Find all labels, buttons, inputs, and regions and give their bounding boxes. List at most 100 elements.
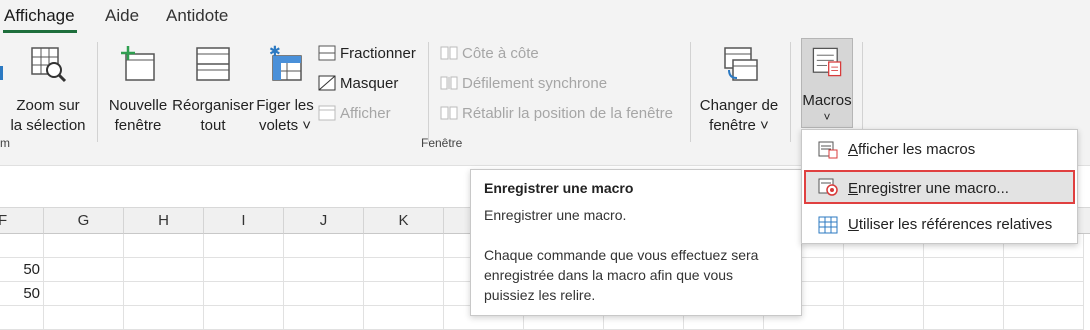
column-header-f[interactable]: F bbox=[0, 208, 44, 234]
switch-windows-icon bbox=[724, 47, 758, 81]
column-header-j[interactable]: J bbox=[284, 208, 364, 234]
freeze-panes-button[interactable]: ✱ Figer les volets ˅ bbox=[254, 44, 316, 136]
cell[interactable] bbox=[284, 258, 364, 282]
macros-button[interactable]: Macros ˅ bbox=[801, 38, 853, 128]
tab-antidote[interactable]: Antidote bbox=[166, 6, 228, 26]
cell[interactable] bbox=[44, 306, 124, 330]
hide-button[interactable]: Masquer bbox=[318, 72, 398, 96]
separator bbox=[690, 42, 691, 142]
relative-refs-label: Utiliser les références relatives bbox=[848, 216, 1053, 233]
cell[interactable] bbox=[124, 234, 204, 258]
column-header-g[interactable]: G bbox=[44, 208, 124, 234]
cell[interactable] bbox=[284, 306, 364, 330]
reset-position-button[interactable]: Rétablir la position de la fenêtre bbox=[440, 102, 673, 126]
new-window-label-1: Nouvelle bbox=[108, 97, 168, 114]
switch-windows-label-1: Changer de bbox=[699, 97, 779, 114]
tooltip-spacer bbox=[484, 225, 788, 245]
cell[interactable] bbox=[204, 306, 284, 330]
cell[interactable] bbox=[44, 258, 124, 282]
freeze-panes-icon: ✱ bbox=[269, 44, 302, 81]
menu-item-relative-refs[interactable]: Utiliser les références relatives bbox=[804, 208, 1075, 242]
record-macro-label: Enregistrer une macro... bbox=[848, 180, 1009, 197]
hide-label: Masquer bbox=[340, 75, 399, 92]
active-tab-underline bbox=[3, 30, 77, 33]
split-button[interactable]: Fractionner bbox=[318, 42, 416, 66]
menu-item-view-macros[interactable]: Afficher les macros bbox=[804, 133, 1075, 167]
cell[interactable] bbox=[0, 306, 44, 330]
macros-chevron-icon: ˅ bbox=[823, 110, 831, 124]
side-by-side-button[interactable]: Côte à côte bbox=[440, 42, 539, 66]
cell[interactable] bbox=[204, 282, 284, 306]
sync-scroll-icon bbox=[440, 76, 458, 90]
reset-position-label: Rétablir la position de la fenêtre bbox=[462, 105, 673, 122]
cell[interactable] bbox=[204, 234, 284, 258]
reset-position-icon bbox=[440, 106, 458, 120]
side-by-side-icon bbox=[440, 46, 458, 60]
view-macros-label: Afficher les macros bbox=[848, 141, 976, 158]
cell[interactable] bbox=[364, 282, 444, 306]
unhide-icon bbox=[318, 105, 336, 121]
split-label: Fractionner bbox=[340, 45, 416, 62]
svg-text:✱: ✱ bbox=[269, 44, 281, 60]
separator bbox=[97, 42, 98, 142]
side-by-side-label: Côte à côte bbox=[462, 45, 539, 62]
separator bbox=[790, 42, 791, 142]
partial-icon bbox=[0, 66, 3, 80]
arrange-all-label-1: Réorganiser bbox=[172, 97, 254, 114]
cell[interactable] bbox=[844, 282, 924, 306]
cell[interactable] bbox=[844, 306, 924, 330]
cell[interactable] bbox=[364, 258, 444, 282]
tooltip-line: enregistrée dans la macro afin que vous bbox=[484, 267, 734, 283]
view-macros-icon bbox=[818, 141, 838, 159]
arrange-all-label-2: tout bbox=[200, 117, 226, 134]
record-macro-tooltip: Enregistrer une macro Enregistrer une ma… bbox=[470, 169, 802, 316]
new-window-icon bbox=[121, 46, 155, 81]
sync-scroll-button[interactable]: Défilement synchrone bbox=[440, 72, 607, 96]
cell[interactable] bbox=[204, 258, 284, 282]
arrange-all-icon bbox=[196, 47, 230, 81]
menu-item-record-macro[interactable]: Enregistrer une macro... bbox=[804, 170, 1075, 204]
column-header-h[interactable]: H bbox=[124, 208, 204, 234]
new-window-button[interactable]: Nouvelle fenêtre bbox=[104, 44, 172, 136]
cell[interactable] bbox=[1004, 258, 1084, 282]
new-window-label-2: fenêtre bbox=[114, 117, 162, 134]
tab-affichage[interactable]: Affichage bbox=[4, 6, 75, 26]
cell[interactable] bbox=[924, 306, 1004, 330]
cell[interactable] bbox=[284, 234, 364, 258]
split-icon bbox=[318, 45, 336, 61]
zoom-selection-label-1: Zoom sur bbox=[16, 97, 80, 114]
cell[interactable] bbox=[124, 306, 204, 330]
cell[interactable] bbox=[44, 234, 124, 258]
zoom-selection-icon bbox=[31, 47, 67, 83]
cell[interactable] bbox=[284, 282, 364, 306]
separator bbox=[428, 42, 429, 142]
cell[interactable] bbox=[0, 234, 44, 258]
relative-refs-icon bbox=[818, 216, 838, 234]
cell-value: 50 bbox=[23, 285, 40, 302]
unhide-button[interactable]: Afficher bbox=[318, 102, 391, 126]
cell[interactable] bbox=[1004, 282, 1084, 306]
cell[interactable] bbox=[364, 234, 444, 258]
macros-icon bbox=[812, 47, 842, 77]
column-header-k[interactable]: K bbox=[364, 208, 444, 234]
tooltip-title: Enregistrer une macro bbox=[484, 180, 634, 196]
cell[interactable] bbox=[924, 282, 1004, 306]
switch-windows-button[interactable]: Changer de fenêtre ˅ bbox=[697, 44, 781, 136]
tab-aide[interactable]: Aide bbox=[105, 6, 139, 26]
cell[interactable] bbox=[124, 282, 204, 306]
cell[interactable] bbox=[924, 258, 1004, 282]
cell[interactable] bbox=[1004, 306, 1084, 330]
cell[interactable] bbox=[44, 282, 124, 306]
hide-icon bbox=[318, 75, 336, 91]
cell[interactable] bbox=[124, 258, 204, 282]
cell[interactable] bbox=[364, 306, 444, 330]
zoom-selection-button[interactable]: Zoom sur la sélection bbox=[8, 44, 88, 136]
zoom-selection-label-2: la sélection bbox=[10, 117, 86, 134]
arrange-all-button[interactable]: Réorganiser tout bbox=[172, 44, 254, 136]
cell-value: 50 bbox=[23, 261, 40, 278]
column-header-i[interactable]: I bbox=[204, 208, 284, 234]
tooltip-line: Chaque commande que vous effectuez sera bbox=[484, 247, 759, 263]
freeze-panes-label-1: Figer les bbox=[256, 97, 314, 114]
cell[interactable] bbox=[844, 258, 924, 282]
separator bbox=[862, 42, 863, 142]
